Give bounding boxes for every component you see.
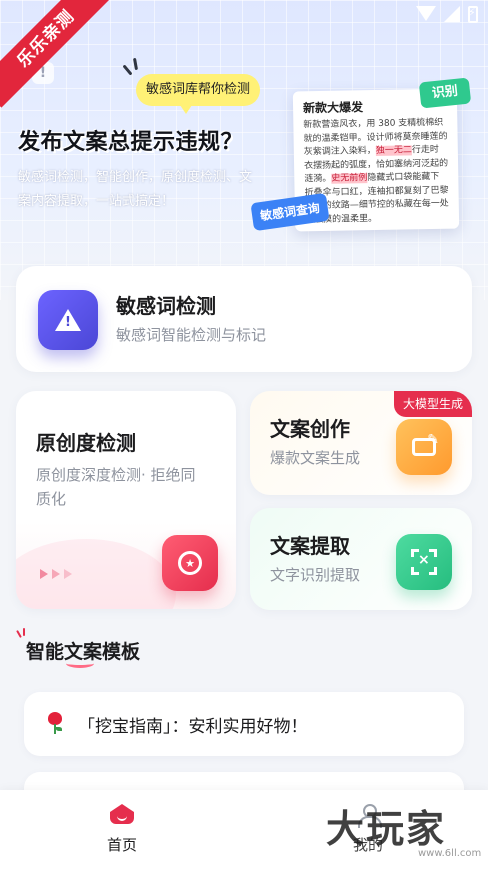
template-item-text: 「挖宝指南」：安利实用好物！ <box>78 717 308 737</box>
recognize-tag: 识别 <box>418 77 472 109</box>
spark-decoration-icon <box>122 57 146 78</box>
template-item[interactable]: 「挖宝指南」：安利实用好物！ <box>24 692 464 756</box>
warning-icon <box>38 290 98 350</box>
rose-icon <box>46 712 64 734</box>
feature-subtitle: 文字识别提取 <box>270 566 361 584</box>
feature-card-sensitive-detection[interactable]: 敏感词检测 敏感词智能检测与标记 <box>16 266 472 372</box>
hero-description: 敏感词检测，智能创作，原创度检测、文案内容提取，一站式搞定！ <box>18 170 253 209</box>
tab-home[interactable]: 首页 <box>82 804 162 855</box>
feature-subtitle: 原创度深度检测· 拒绝同质化 <box>36 466 196 508</box>
signal-icon <box>444 6 460 22</box>
hero-title: 发布文案总提示违规？ <box>18 130 244 155</box>
watermark-url: www.6ll.com <box>418 848 482 859</box>
hero-banner: ! 敏感词库帮你检测 发布文案总提示违规？ 敏感词检测，智能创作，原创度检测、文… <box>0 0 488 300</box>
wifi-icon <box>416 6 436 21</box>
feature-subtitle: 爆款文案生成 <box>270 449 361 467</box>
feature-card-copy-extract[interactable]: 文案提取 文字识别提取 × <box>250 508 472 610</box>
feature-subtitle: 敏感词智能检测与标记 <box>116 326 267 344</box>
medal-icon: ★ <box>162 535 218 591</box>
hero-speech-bubble: 敏感词库帮你检测 <box>136 74 261 114</box>
status-bar <box>416 6 478 23</box>
watermark-logo: 大玩家 <box>326 806 447 851</box>
llm-badge: 大模型生成 <box>393 391 472 417</box>
feature-title: 文案提取 <box>270 534 350 558</box>
feature-title: 原创度检测 <box>36 431 136 455</box>
feature-card-copy-writing[interactable]: 大模型生成 文案创作 爆款文案生成 <box>250 391 472 495</box>
feature-title: 敏感词检测 <box>116 294 216 318</box>
tab-home-label: 首页 <box>106 836 137 854</box>
paper-highlight-2: 史无前例 <box>331 173 368 184</box>
arrows-decoration-icon <box>40 569 72 579</box>
edit-icon <box>396 419 452 475</box>
feature-title: 文案创作 <box>270 417 350 441</box>
section-title: 智能文案模板 <box>26 637 140 668</box>
home-icon <box>109 804 135 826</box>
scan-text-icon: × <box>396 534 452 590</box>
battery-charging-icon <box>468 6 478 23</box>
feature-card-originality[interactable]: 原创度检测 原创度深度检测· 拒绝同质化 ★ <box>16 391 236 609</box>
paper-highlight-1: 独一无二 <box>375 145 412 157</box>
